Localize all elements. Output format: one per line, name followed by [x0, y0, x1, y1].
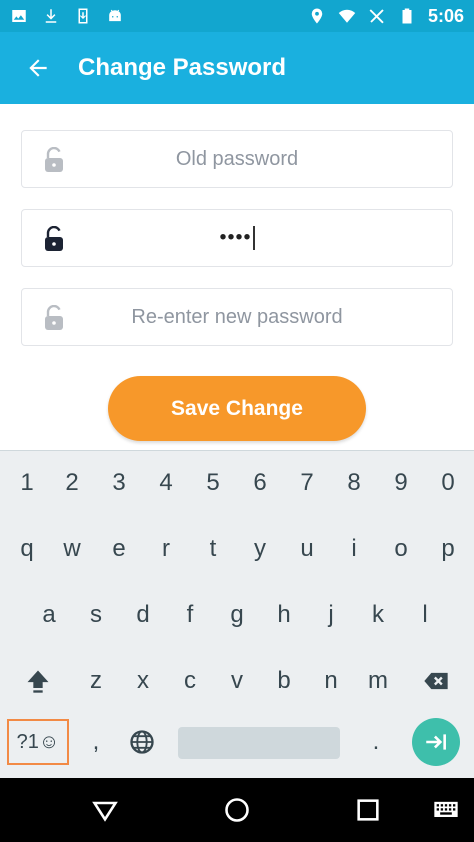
key[interactable]: s	[76, 587, 116, 643]
key[interactable]: 3	[99, 455, 139, 511]
status-time: 5:06	[427, 5, 464, 26]
battery-icon	[398, 7, 416, 25]
key[interactable]: y	[240, 521, 280, 577]
symbols-key[interactable]: ?1☺	[7, 719, 69, 765]
old-password-placeholder: Old password	[175, 147, 299, 170]
key[interactable]: x	[123, 653, 163, 709]
arrow-back-icon[interactable]	[22, 52, 54, 84]
new-password-field[interactable]: ••••	[21, 209, 453, 267]
lock-open-icon	[45, 226, 63, 251]
key[interactable]: v	[217, 653, 257, 709]
android-icon	[106, 7, 124, 25]
enter-icon[interactable]	[412, 718, 460, 766]
key[interactable]: f	[170, 587, 210, 643]
key[interactable]: 5	[193, 455, 233, 511]
key[interactable]: 6	[240, 455, 280, 511]
keyboard-row-top: q w e r t y u i o p	[0, 521, 474, 577]
key[interactable]: h	[264, 587, 304, 643]
nav-home-icon[interactable]	[221, 794, 253, 826]
space-key[interactable]	[178, 727, 340, 759]
lock-open-icon	[45, 147, 63, 172]
key[interactable]: 0	[428, 455, 468, 511]
nav-recents-icon[interactable]	[352, 794, 384, 826]
key[interactable]: t	[193, 521, 233, 577]
image-icon	[10, 7, 28, 25]
key[interactable]: e	[99, 521, 139, 577]
key[interactable]: g	[217, 587, 257, 643]
key[interactable]: i	[334, 521, 374, 577]
key[interactable]: 7	[287, 455, 327, 511]
keyboard-row-function: ?1☺ , .	[0, 714, 474, 770]
lock-open-icon	[45, 305, 63, 330]
keyboard-icon[interactable]	[430, 794, 462, 826]
new-password-value: ••••	[22, 226, 452, 250]
key[interactable]: 9	[381, 455, 421, 511]
key[interactable]: p	[428, 521, 468, 577]
key[interactable]: m	[358, 653, 398, 709]
old-password-field[interactable]: Old password	[21, 130, 453, 188]
text-cursor	[252, 226, 255, 250]
key[interactable]: 4	[146, 455, 186, 511]
soft-keyboard: 1 2 3 4 5 6 7 8 9 0 q w e r t y u i o p …	[0, 450, 474, 778]
phone-download-icon	[74, 7, 92, 25]
key[interactable]: w	[52, 521, 92, 577]
key[interactable]: j	[311, 587, 351, 643]
key[interactable]: o	[381, 521, 421, 577]
key[interactable]: u	[287, 521, 327, 577]
globe-icon[interactable]	[122, 714, 162, 770]
location-icon	[308, 7, 326, 25]
backspace-icon[interactable]	[416, 653, 456, 709]
key[interactable]: z	[76, 653, 116, 709]
key[interactable]: n	[311, 653, 351, 709]
key[interactable]: d	[123, 587, 163, 643]
no-sim-icon	[368, 7, 386, 25]
nav-back-icon[interactable]	[89, 794, 121, 826]
key[interactable]: 1	[7, 455, 47, 511]
keyboard-row-bottom: z x c v b n m	[0, 653, 474, 709]
status-bar: 5:06	[0, 0, 474, 32]
save-change-button[interactable]: Save Change	[108, 376, 366, 441]
wifi-icon	[338, 7, 356, 25]
reenter-password-placeholder: Re-enter new password	[131, 305, 343, 328]
key[interactable]: 2	[52, 455, 92, 511]
key[interactable]: q	[7, 521, 47, 577]
navigation-bar	[0, 778, 474, 842]
key[interactable]: k	[358, 587, 398, 643]
key[interactable]: 8	[334, 455, 374, 511]
shift-icon[interactable]	[18, 653, 58, 709]
key[interactable]: l	[405, 587, 445, 643]
key[interactable]: b	[264, 653, 304, 709]
comma-key[interactable]: ,	[76, 714, 116, 770]
download-icon	[42, 7, 60, 25]
reenter-password-field[interactable]: Re-enter new password	[21, 288, 453, 346]
keyboard-row-middle: a s d f g h j k l	[0, 587, 474, 643]
app-bar: Change Password	[0, 32, 474, 104]
key[interactable]: c	[170, 653, 210, 709]
period-key[interactable]: .	[356, 714, 396, 770]
page-title: Change Password	[78, 54, 287, 81]
key[interactable]: a	[29, 587, 69, 643]
keyboard-row-numbers: 1 2 3 4 5 6 7 8 9 0	[0, 455, 474, 511]
key[interactable]: r	[146, 521, 186, 577]
